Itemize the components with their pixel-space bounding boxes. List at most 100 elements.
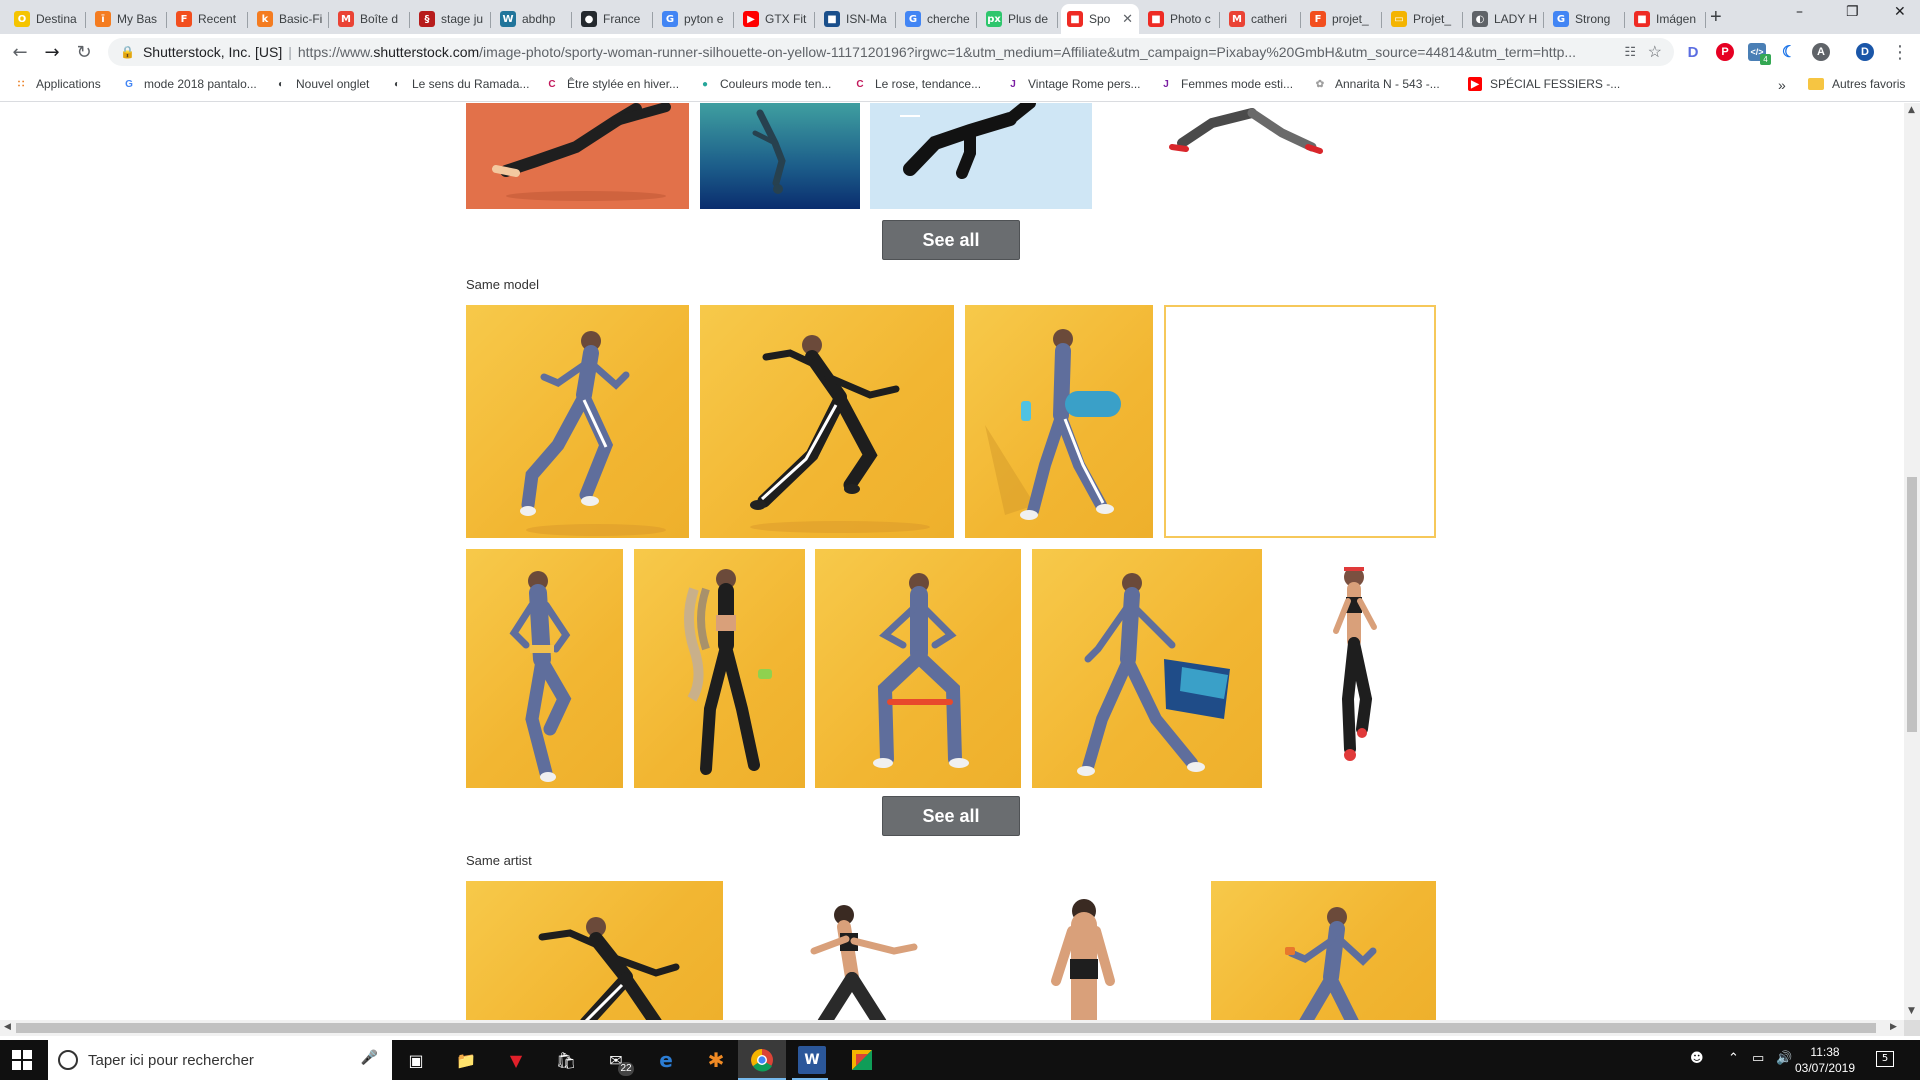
vertical-scroll-thumb[interactable]: [1907, 477, 1917, 732]
bookmark-label: Vintage Rome pers...: [1028, 77, 1141, 91]
same-model-thumbnail-loading[interactable]: [1164, 305, 1436, 538]
c-icon: C: [856, 78, 864, 90]
scroll-up-arrow-icon[interactable]: ▲: [1908, 105, 1915, 115]
browser-tab[interactable]: ī My Bas: [89, 4, 167, 34]
menu-kebab-icon[interactable]: ⋮: [1888, 40, 1912, 64]
scroll-down-arrow-icon[interactable]: ▼: [1908, 1006, 1915, 1016]
bookmark-item[interactable]: J Vintage Rome pers...: [1006, 77, 1141, 91]
windows-start-icon[interactable]: [12, 1050, 32, 1070]
browser-tab[interactable]: ■ ISN-Ma: [818, 4, 896, 34]
browser-tab[interactable]: ■ Photo c: [1142, 4, 1220, 34]
related-image-thumbnail[interactable]: [466, 103, 689, 209]
browser-tab[interactable]: Gcherche: [899, 4, 977, 34]
bookmark-star-icon[interactable]: ☆: [1648, 42, 1662, 62]
bookmark-item[interactable]: ◐ Nouvel onglet: [274, 77, 369, 91]
word-icon[interactable]: W: [798, 1046, 826, 1074]
bookmark-item[interactable]: C Être stylée en hiver...: [545, 77, 679, 91]
related-image-thumbnail[interactable]: [870, 103, 1092, 209]
pinterest-extension-icon[interactable]: P: [1716, 43, 1734, 61]
chrome-icon[interactable]: [748, 1046, 776, 1074]
see-all-same-model-button[interactable]: See all: [882, 796, 1020, 836]
forward-arrow-icon[interactable]: →: [40, 40, 64, 64]
reload-icon[interactable]: ↻: [72, 40, 96, 64]
account-extension-icon[interactable]: A: [1812, 43, 1830, 61]
browser-tab[interactable]: ■ Spo ✕: [1061, 4, 1139, 34]
same-model-thumbnail[interactable]: [1032, 549, 1262, 788]
dashlane-extension-icon[interactable]: D: [1684, 43, 1702, 61]
browser-tab[interactable]: Mcatheri: [1223, 4, 1301, 34]
browser-tab[interactable]: ■ Imágen: [1628, 4, 1706, 34]
bookmark-item[interactable]: J Femmes mode esti...: [1159, 77, 1293, 91]
bookmark-item[interactable]: C Le rose, tendance...: [853, 77, 981, 91]
translate-icon[interactable]: ☷: [1624, 44, 1636, 60]
same-model-thumbnail[interactable]: [815, 549, 1021, 788]
task-view-icon[interactable]: ▣: [402, 1046, 430, 1074]
vertical-scrollbar[interactable]: ▲ ▼: [1904, 103, 1920, 1020]
bookmark-item[interactable]: ● Couleurs mode ten...: [698, 77, 831, 91]
show-hidden-icons-chevron[interactable]: ⌃: [1728, 1051, 1739, 1066]
browser-tab[interactable]: ▶ GTX Fit: [737, 4, 815, 34]
tab-close-icon[interactable]: ✕: [1122, 11, 1133, 27]
color-picker-icon[interactable]: [848, 1046, 876, 1074]
browser-tab[interactable]: O Destina: [8, 4, 86, 34]
bookmark-item[interactable]: ▶ SPÉCIAL FESSIERS -...: [1468, 77, 1620, 91]
browser-tab[interactable]: ◐ LADY H: [1466, 4, 1544, 34]
browser-tab[interactable]: G Strong: [1547, 4, 1625, 34]
bookmark-item[interactable]: ✿ Annarita N - 543 -...: [1313, 77, 1440, 91]
minimize-window-icon[interactable]: –: [1796, 4, 1803, 20]
related-image-thumbnail[interactable]: [1102, 103, 1372, 209]
back-arrow-icon[interactable]: ←: [8, 40, 32, 64]
same-model-thumbnail[interactable]: [466, 305, 689, 538]
browser-tab[interactable]: k Basic-Fi: [251, 4, 329, 34]
same-model-thumbnail[interactable]: [634, 549, 805, 788]
taskbar-search-box[interactable]: Taper ici pour rechercher 🎤: [48, 1040, 392, 1080]
store-icon[interactable]: 🛍: [552, 1046, 580, 1074]
browser-tab[interactable]: px Plus de: [980, 4, 1058, 34]
address-bar[interactable]: 🔒 Shutterstock, Inc. [US] | https://www.…: [108, 38, 1674, 66]
close-window-icon[interactable]: ✕: [1894, 4, 1906, 20]
restore-window-icon[interactable]: ❐: [1846, 4, 1859, 20]
scroll-right-arrow-icon[interactable]: ▶: [1890, 1022, 1897, 1032]
same-artist-thumbnail[interactable]: [1211, 881, 1436, 1023]
related-image-thumbnail[interactable]: [700, 103, 860, 209]
tab-separator: [166, 12, 167, 28]
horizontal-scroll-thumb[interactable]: [16, 1023, 1876, 1033]
new-tab-button[interactable]: +: [1710, 6, 1722, 29]
bookmarks-overflow-button[interactable]: »: [1778, 77, 1786, 93]
same-model-thumbnail[interactable]: [1274, 549, 1436, 788]
antivirus-icon[interactable]: ▼: [502, 1046, 530, 1074]
same-artist-thumbnail[interactable]: [972, 881, 1202, 1023]
other-bookmarks-label: Autres favoris: [1832, 77, 1906, 91]
taskbar-clock[interactable]: 11:38 03/07/2019: [1790, 1044, 1860, 1076]
network-icon[interactable]: ▭: [1752, 1051, 1764, 1066]
horizontal-scrollbar[interactable]: ◀ ▶: [0, 1020, 1904, 1036]
vlc-icon[interactable]: ✱: [702, 1046, 730, 1074]
browser-tab[interactable]: ▭ Projet_: [1385, 4, 1463, 34]
see-all-related-button[interactable]: See all: [882, 220, 1020, 260]
same-artist-thumbnail[interactable]: [466, 881, 723, 1023]
same-model-thumbnail[interactable]: [466, 549, 623, 788]
same-artist-thumbnail[interactable]: [734, 881, 962, 1023]
edge-icon[interactable]: e: [652, 1046, 680, 1074]
same-model-thumbnail[interactable]: [700, 305, 954, 538]
file-explorer-icon[interactable]: 📁: [452, 1046, 480, 1074]
same-model-thumbnail[interactable]: [965, 305, 1153, 538]
notification-center-icon[interactable]: 5: [1876, 1051, 1894, 1067]
tab-title: Recent: [198, 12, 237, 26]
profile-avatar[interactable]: D: [1856, 43, 1874, 61]
bookmark-item[interactable]: ◐ Le sens du Ramada...: [390, 77, 529, 91]
browser-tab[interactable]: Gpyton e: [656, 4, 734, 34]
bookmark-item[interactable]: ∷ Applications: [14, 77, 101, 91]
browser-tab[interactable]: Fprojet_: [1304, 4, 1382, 34]
scroll-left-arrow-icon[interactable]: ◀: [4, 1022, 11, 1032]
browser-tab[interactable]: Wabdhp: [494, 4, 572, 34]
bookmark-item[interactable]: Gmode 2018 pantalo...: [122, 77, 257, 91]
browser-tab[interactable]: § stage ju: [413, 4, 491, 34]
microphone-icon[interactable]: 🎤: [361, 1050, 378, 1066]
other-bookmarks[interactable]: Autres favoris: [1808, 77, 1905, 91]
browser-tab[interactable]: ● France: [575, 4, 653, 34]
people-icon[interactable]: ☻: [1690, 1051, 1704, 1066]
moon-extension-icon[interactable]: ☾: [1780, 43, 1798, 61]
browser-tab[interactable]: F Recent: [170, 4, 248, 34]
browser-tab[interactable]: M Boîte d: [332, 4, 410, 34]
